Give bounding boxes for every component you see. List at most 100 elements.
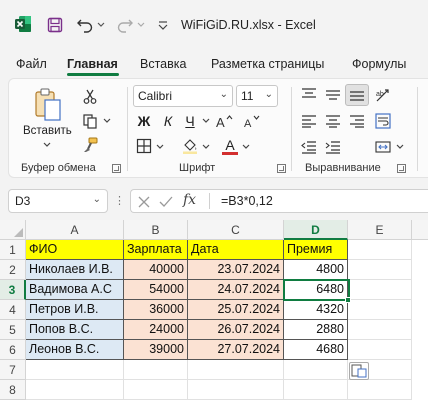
table-cell[interactable]: Вадимова А.С — [26, 280, 124, 300]
table-cell[interactable]: Леонов В.С. — [26, 340, 124, 360]
cell[interactable] — [348, 320, 412, 340]
table-cell[interactable]: 40000 — [124, 260, 188, 280]
column-header-f[interactable] — [412, 220, 428, 240]
table-cell[interactable]: Николаев И.В. — [26, 260, 124, 280]
cell[interactable] — [124, 360, 188, 380]
bold-button[interactable]: Ж — [135, 111, 153, 131]
table-cell[interactable]: 25.07.2024 — [188, 300, 284, 320]
align-middle-icon[interactable] — [323, 85, 343, 105]
cell[interactable] — [348, 300, 412, 320]
row-header[interactable]: 2 — [0, 260, 26, 280]
paste-options-button[interactable] — [349, 362, 369, 380]
format-painter-icon[interactable] — [79, 135, 101, 155]
cell[interactable] — [188, 380, 284, 400]
cut-icon[interactable] — [79, 87, 101, 107]
redo-icon[interactable] — [114, 14, 136, 36]
fill-handle[interactable] — [345, 297, 351, 303]
table-cell[interactable]: 27.07.2024 — [188, 340, 284, 360]
more-icon[interactable]: ⋮ — [114, 194, 125, 208]
fill-color-dropdown-icon[interactable] — [201, 141, 211, 153]
table-cell[interactable]: 6480 — [284, 280, 348, 300]
undo-dropdown-icon[interactable] — [96, 14, 106, 36]
align-center-icon[interactable] — [323, 111, 343, 131]
redo-dropdown-icon[interactable] — [136, 14, 146, 36]
cell[interactable] — [348, 260, 412, 280]
decrease-indent-icon[interactable] — [299, 137, 319, 157]
tab-insert[interactable]: Вставка — [140, 57, 186, 71]
table-header-cell[interactable]: Премия — [284, 240, 348, 260]
align-right-icon[interactable] — [347, 111, 367, 131]
alignment-launcher-icon[interactable] — [397, 164, 406, 173]
align-top-icon[interactable] — [299, 85, 319, 105]
merge-dropdown-icon[interactable] — [395, 141, 405, 153]
table-cell[interactable]: 26.07.2024 — [188, 320, 284, 340]
formula-input[interactable]: fx =B3*0,12 — [130, 189, 428, 213]
tab-formulas[interactable]: Формулы — [352, 57, 406, 71]
table-cell[interactable]: Петров И.В. — [26, 300, 124, 320]
cancel-icon[interactable] — [137, 195, 151, 209]
column-header-a[interactable]: A — [26, 220, 124, 240]
column-header-c[interactable]: C — [188, 220, 284, 240]
cell[interactable] — [284, 380, 348, 400]
merge-center-icon[interactable] — [373, 137, 393, 157]
paste-button[interactable]: Вставить — [23, 125, 72, 137]
column-header-d[interactable]: D — [284, 220, 348, 240]
paste-dropdown-icon[interactable] — [39, 139, 55, 151]
table-cell[interactable]: 4320 — [284, 300, 348, 320]
row-header[interactable]: 6 — [0, 340, 26, 360]
fill-color-icon[interactable] — [181, 137, 199, 155]
table-cell[interactable]: Попов В.С. — [26, 320, 124, 340]
borders-dropdown-icon[interactable] — [155, 141, 165, 153]
font-color-button[interactable]: A — [221, 135, 239, 157]
table-cell[interactable]: 4800 — [284, 260, 348, 280]
borders-icon[interactable] — [135, 137, 153, 155]
cell[interactable] — [348, 380, 412, 400]
table-cell[interactable]: 39000 — [124, 340, 188, 360]
underline-dropdown-icon[interactable] — [201, 115, 211, 127]
increase-font-size-icon[interactable]: A — [213, 111, 235, 131]
cell[interactable] — [188, 360, 284, 380]
table-cell[interactable]: 24000 — [124, 320, 188, 340]
font-name-combo[interactable]: Calibri ⌄ — [133, 85, 233, 107]
undo-icon[interactable] — [74, 14, 96, 36]
row-header[interactable]: 4 — [0, 300, 26, 320]
table-cell[interactable]: 54000 — [124, 280, 188, 300]
orientation-icon[interactable]: ab — [373, 85, 393, 105]
increase-indent-icon[interactable] — [323, 137, 343, 157]
cell[interactable] — [26, 380, 124, 400]
tab-file[interactable]: Файл — [16, 57, 47, 71]
cell[interactable] — [124, 380, 188, 400]
name-box[interactable]: D3 ⌄ — [8, 189, 108, 213]
column-header-b[interactable]: B — [124, 220, 188, 240]
table-cell[interactable]: 23.07.2024 — [188, 260, 284, 280]
table-cell[interactable]: 2880 — [284, 320, 348, 340]
font-color-dropdown-icon[interactable] — [241, 141, 251, 153]
cell[interactable] — [348, 240, 412, 260]
copy-icon[interactable] — [79, 111, 101, 131]
table-header-cell[interactable]: ФИО — [26, 240, 124, 260]
table-cell[interactable]: 24.07.2024 — [188, 280, 284, 300]
decrease-font-size-icon[interactable]: A — [241, 111, 263, 131]
cell[interactable] — [348, 280, 412, 300]
column-header-e[interactable]: E — [348, 220, 412, 240]
tab-home[interactable]: Главная — [67, 57, 118, 71]
save-icon[interactable] — [44, 14, 66, 36]
underline-button[interactable]: Ч — [181, 111, 199, 131]
align-left-icon[interactable] — [299, 111, 319, 131]
cell[interactable] — [348, 340, 412, 360]
table-cell[interactable]: 36000 — [124, 300, 188, 320]
row-header[interactable]: 7 — [0, 360, 26, 380]
clipboard-launcher-icon[interactable] — [112, 164, 121, 173]
row-header[interactable]: 5 — [0, 320, 26, 340]
insert-function-icon[interactable]: fx — [183, 192, 196, 208]
table-cell[interactable]: 4680 — [284, 340, 348, 360]
font-size-combo[interactable]: 11 ⌄ — [236, 85, 278, 107]
tab-page-layout[interactable]: Разметка страницы — [211, 57, 324, 71]
row-header[interactable]: 3 — [0, 280, 26, 300]
select-all-button[interactable] — [0, 220, 26, 240]
font-launcher-icon[interactable] — [277, 164, 286, 173]
table-header-cell[interactable]: Дата — [188, 240, 284, 260]
wrap-text-icon[interactable] — [373, 111, 393, 131]
italic-button[interactable]: К — [159, 111, 177, 131]
enter-icon[interactable] — [159, 195, 173, 209]
